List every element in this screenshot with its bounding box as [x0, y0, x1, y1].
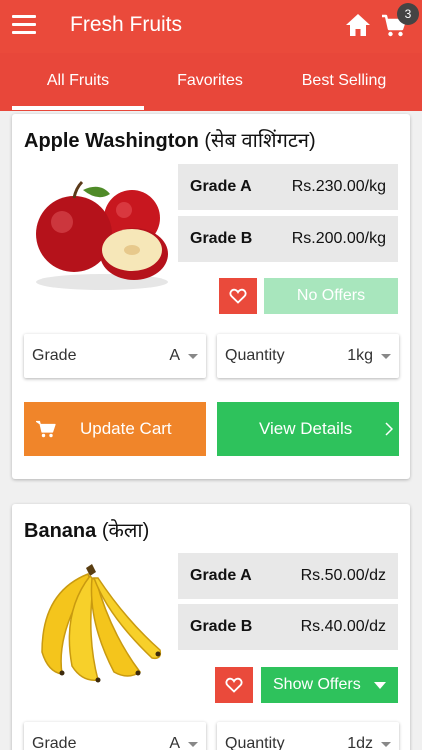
- grade-price: Rs.50.00/dz: [300, 567, 386, 584]
- dropdown-caret-icon: [374, 682, 386, 689]
- show-offers-button[interactable]: Show Offers: [261, 667, 398, 703]
- price-row-grade-b: Grade B Rs.200.00/kg: [178, 216, 398, 262]
- product-name-local: (केला): [101, 520, 150, 542]
- quantity-selector-value: 1dz: [347, 735, 373, 750]
- no-offers-button[interactable]: No Offers: [264, 278, 398, 314]
- grade-selector[interactable]: Grade A: [24, 334, 206, 378]
- grade-price: Rs.200.00/kg: [291, 230, 386, 247]
- quantity-selector-label: Quantity: [225, 735, 285, 750]
- app-title: Fresh Fruits: [70, 13, 183, 36]
- grade-label: Grade A: [190, 178, 252, 195]
- cart-count-badge: 3: [397, 3, 419, 25]
- grade-label: Grade B: [190, 230, 253, 247]
- update-cart-button[interactable]: Update Cart: [24, 402, 206, 456]
- price-row-grade-b: Grade B Rs.40.00/dz: [178, 604, 398, 650]
- price-row-grade-a: Grade A Rs.50.00/dz: [178, 553, 398, 599]
- active-tab-indicator: [12, 106, 144, 110]
- tab-bar: All Fruits Favorites Best Selling: [0, 53, 422, 111]
- product-name: Banana (केला): [24, 516, 149, 543]
- grade-selector[interactable]: Grade A: [24, 722, 206, 750]
- dropdown-caret-icon: [381, 742, 391, 747]
- quantity-selector[interactable]: Quantity 1dz: [217, 722, 399, 750]
- tab-all-fruits[interactable]: All Fruits: [0, 53, 156, 111]
- hamburger-menu-icon[interactable]: [12, 15, 36, 35]
- favorite-button[interactable]: [219, 278, 257, 314]
- grade-price: Rs.230.00/kg: [291, 178, 386, 195]
- dropdown-caret-icon: [188, 742, 198, 747]
- grade-selector-label: Grade: [32, 347, 77, 364]
- grade-selector-value: A: [169, 735, 180, 750]
- show-offers-label: Show Offers: [273, 676, 361, 693]
- product-name-english: Banana: [24, 520, 97, 542]
- view-details-label: View Details: [259, 419, 353, 438]
- quantity-selector-value: 1kg: [347, 347, 373, 364]
- home-icon[interactable]: [345, 13, 371, 37]
- banana-image: [41, 564, 162, 683]
- product-card: Apple Washington (सेब वाशिंगटन) Grade A …: [12, 114, 410, 479]
- tab-favorites[interactable]: Favorites: [140, 53, 280, 111]
- apple-image: [36, 180, 168, 290]
- update-cart-label: Update Cart: [80, 419, 172, 438]
- product-name-local: (सेब वाशिंगटन): [204, 130, 316, 152]
- grade-label: Grade A: [190, 567, 252, 584]
- app-bar: Fresh Fruits 3: [0, 0, 422, 53]
- product-card: Banana (केला) Grade A Rs.50.00/dz Grade …: [12, 504, 410, 750]
- product-name: Apple Washington (सेब वाशिंगटन): [24, 126, 316, 153]
- dropdown-caret-icon: [381, 354, 391, 359]
- heart-outline-icon: [225, 677, 243, 693]
- view-details-button[interactable]: View Details: [217, 402, 399, 456]
- price-row-grade-a: Grade A Rs.230.00/kg: [178, 164, 398, 210]
- tab-best-selling[interactable]: Best Selling: [272, 53, 416, 111]
- grade-price: Rs.40.00/dz: [300, 618, 386, 635]
- dropdown-caret-icon: [188, 354, 198, 359]
- favorite-button[interactable]: [215, 667, 253, 703]
- grade-label: Grade B: [190, 618, 253, 635]
- grade-selector-label: Grade: [32, 735, 77, 750]
- chevron-right-icon: [385, 422, 393, 436]
- quantity-selector[interactable]: Quantity 1kg: [217, 334, 399, 378]
- heart-outline-icon: [229, 288, 247, 304]
- cart-icon: [36, 420, 56, 438]
- quantity-selector-label: Quantity: [225, 347, 285, 364]
- product-name-english: Apple Washington: [24, 130, 199, 152]
- grade-selector-value: A: [169, 347, 180, 364]
